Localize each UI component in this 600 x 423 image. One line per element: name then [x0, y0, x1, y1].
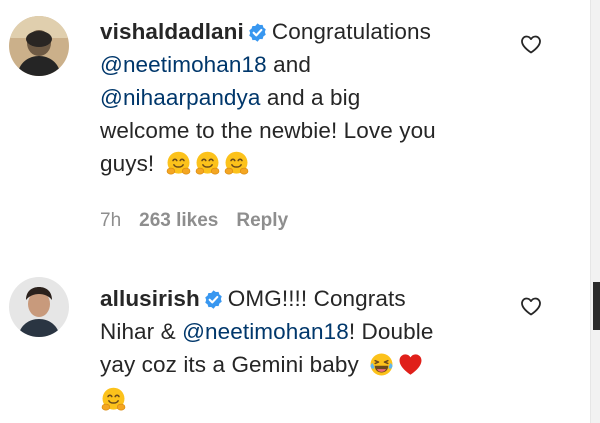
comment-text-segment: Congratulations [271, 19, 431, 44]
mention-link[interactable]: @neetimohan18 [100, 52, 267, 77]
comment-text-segment: and a big [260, 85, 361, 110]
comment-line: allusirish OMG!!!! Congrats [100, 282, 433, 315]
comment-line: yay coz its a Gemini baby [100, 348, 433, 381]
hugging-face-emoji [165, 150, 192, 177]
comment-line: @neetimohan18 and [100, 48, 436, 81]
comment: allusirish OMG!!!! Congrats Nihar & @neet… [0, 262, 590, 423]
comment-line [100, 381, 433, 414]
comment-text-segment: Nihar & [100, 319, 183, 344]
hugging-face-emoji [223, 150, 250, 177]
tears-of-joy-emoji [368, 351, 395, 378]
avatar[interactable] [9, 16, 69, 76]
verified-badge-icon [203, 289, 224, 310]
comment-text-segment: yay coz its a Gemini baby [100, 352, 359, 377]
hugging-face-emoji [100, 386, 127, 413]
scrollbar-thumb[interactable] [593, 282, 600, 330]
comment-timestamp: 7h [100, 210, 122, 231]
heart-outline-icon[interactable] [519, 294, 543, 318]
scrollbar[interactable] [590, 0, 600, 423]
red-heart-emoji [397, 351, 424, 378]
comment-text-segment: welcome to the newbie! Love you [100, 118, 436, 143]
avatar[interactable] [9, 277, 69, 337]
username[interactable]: vishaldadlani [100, 19, 244, 44]
reply-button[interactable]: Reply [236, 210, 288, 231]
comment-line: Nihar & @neetimohan18! Double [100, 315, 433, 348]
username[interactable]: allusirish [100, 286, 200, 311]
comment: vishaldadlani Congratulations @neetimohan… [0, 0, 590, 260]
comment-text-segment: guys! [100, 151, 155, 176]
likes-count[interactable]: 263 likes [139, 210, 218, 231]
comment-line: @nihaarpandya and a big [100, 81, 436, 114]
comment-text-segment: and [266, 52, 311, 77]
verified-badge-icon [247, 22, 268, 43]
comment-meta: 7h 263 likes Reply [100, 210, 306, 232]
comment-text-segment: OMG!!!! Congrats [227, 286, 406, 311]
comment-text: vishaldadlani Congratulations @neetimohan… [100, 15, 436, 180]
comment-text-segment: ! Double [348, 319, 434, 344]
comment-text: allusirish OMG!!!! Congrats Nihar & @neet… [100, 282, 433, 414]
mention-link[interactable]: @neetimohan18 [182, 319, 349, 344]
comment-line: guys! [100, 147, 436, 180]
comment-line: welcome to the newbie! Love you [100, 114, 436, 147]
comment-thread: vishaldadlani Congratulations @neetimohan… [0, 0, 600, 423]
mention-link[interactable]: @nihaarpandya [100, 85, 261, 110]
hugging-face-emoji [194, 150, 221, 177]
heart-outline-icon[interactable] [519, 32, 543, 56]
comment-line: vishaldadlani Congratulations [100, 15, 436, 48]
